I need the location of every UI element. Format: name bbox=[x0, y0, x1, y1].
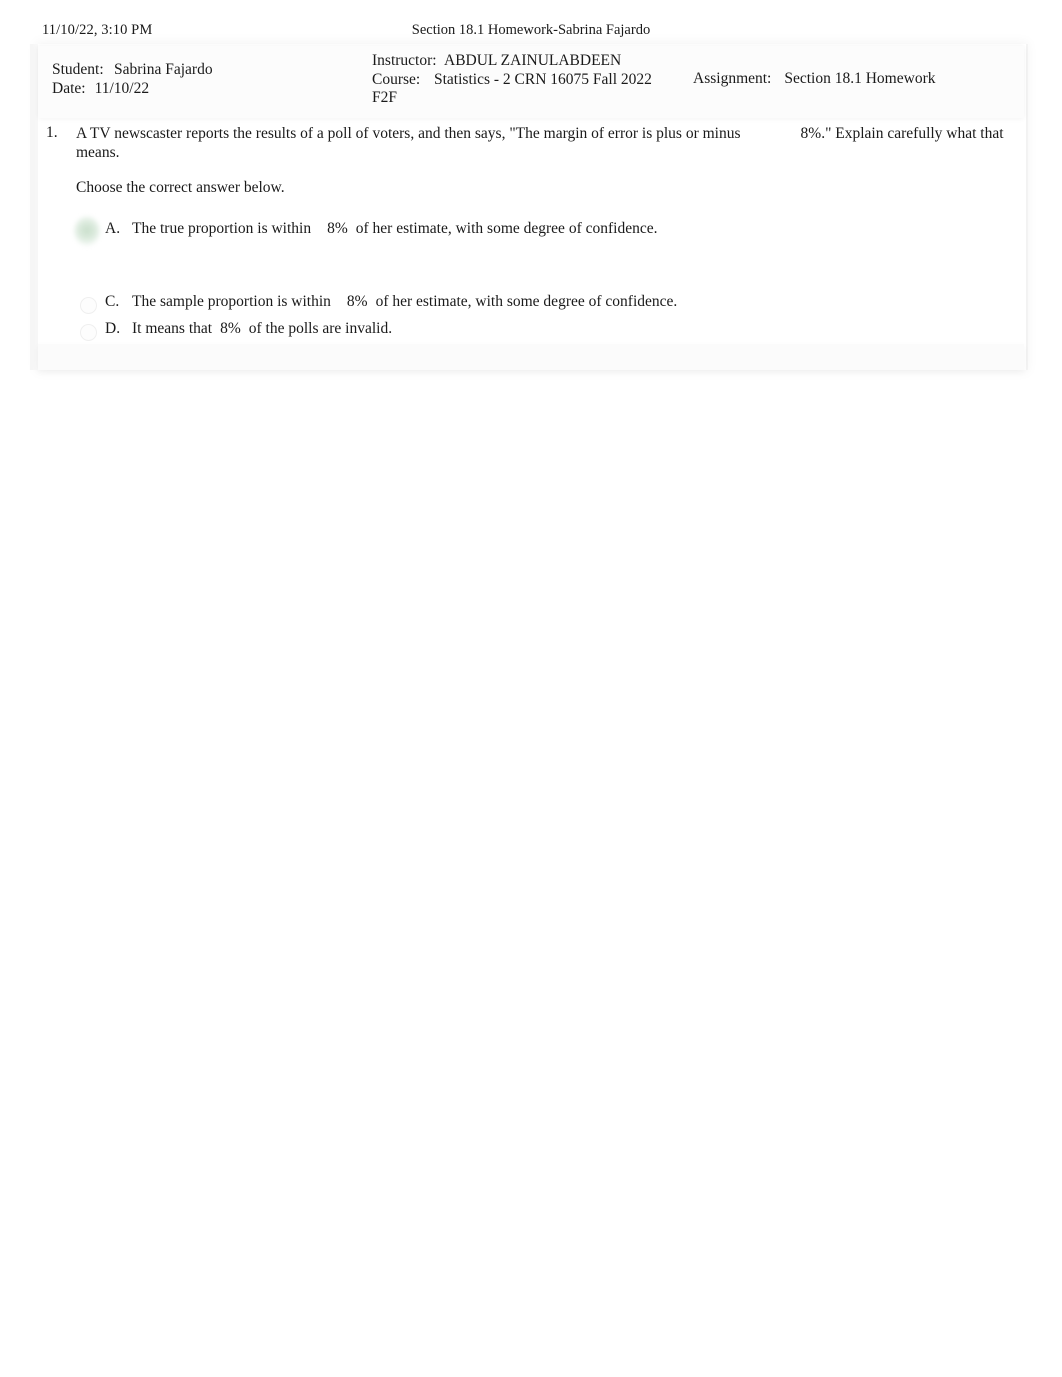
option-c-text-part1: The sample proportion is within bbox=[132, 293, 331, 310]
question-text: A TV newscaster reports the results of a… bbox=[76, 124, 1021, 162]
option-a-text: The true proportion is within 8% of her es… bbox=[132, 220, 657, 238]
option-c-letter: C. bbox=[105, 293, 120, 310]
assignment-label: Assignment: bbox=[693, 70, 772, 87]
radio-button-a-icon[interactable] bbox=[74, 216, 100, 246]
option-a-text-part1: The true proportion is within bbox=[132, 220, 312, 237]
answer-option-d[interactable]: D. It means that 8% of the polls are inval… bbox=[76, 320, 1021, 347]
student-info-group: Student: Sabrina Fajardo Date: 11/10/22 bbox=[52, 61, 213, 98]
instructor-label: Instructor: bbox=[372, 52, 437, 69]
course-value: Statistics - 2 CRN 16075 Fall 2022 bbox=[434, 70, 652, 88]
assignment-info-band: Student: Sabrina Fajardo Date: 11/10/22 In… bbox=[38, 46, 1024, 118]
assignment-value: Section 18.1 Homework bbox=[784, 70, 936, 87]
assignment-row: Assignment: Section 18.1 Homework bbox=[693, 70, 935, 88]
document-title: Section 18.1 Homework-Sabrina Fajardo bbox=[411, 22, 651, 38]
instructor-row: Instructor: ABDUL ZAINULABDEEN bbox=[372, 52, 652, 71]
radio-button-c-icon[interactable] bbox=[80, 297, 97, 314]
answer-option-c[interactable]: C. The sample proportion is within 8% of h… bbox=[76, 293, 1021, 320]
option-c-text-part2: of her estimate, with some degree of con… bbox=[375, 293, 678, 310]
student-label: Student: bbox=[52, 61, 104, 78]
option-d-text: It means that 8% of the polls are invalid. bbox=[132, 320, 392, 338]
radio-button-d-icon[interactable] bbox=[80, 324, 97, 341]
course-row-line2: F2F bbox=[372, 89, 652, 108]
option-c-value: 8% bbox=[346, 293, 368, 310]
print-header: 11/10/22, 3:10 PM Section 18.1 Homework-… bbox=[0, 22, 1062, 42]
course-info-group: Instructor: ABDUL ZAINULABDEEN Course: Sta… bbox=[372, 52, 652, 108]
option-d-text-part1: It means that bbox=[132, 320, 213, 337]
option-a-text-part2: of her estimate, with some degree of con… bbox=[355, 220, 658, 237]
question-text-part1: A TV newscaster reports the results of a… bbox=[76, 125, 741, 142]
option-c-text: The sample proportion is within 8% of her … bbox=[132, 293, 677, 311]
option-d-value: 8% bbox=[220, 320, 241, 337]
date-row: Date: 11/10/22 bbox=[52, 80, 213, 99]
choose-answer-prompt: Choose the correct answer below. bbox=[76, 179, 285, 196]
course-label: Course: bbox=[372, 70, 421, 88]
sheet-bottom-band bbox=[38, 344, 1024, 370]
answer-options-list: A. The true proportion is within 8% of her… bbox=[74, 216, 1021, 347]
option-a-value: 8% bbox=[327, 220, 348, 237]
option-a-letter: A. bbox=[105, 220, 121, 237]
question-number: 1. bbox=[46, 124, 58, 141]
course-value-line2: F2F bbox=[372, 89, 397, 106]
student-row: Student: Sabrina Fajardo bbox=[52, 61, 213, 80]
date-label: Date: bbox=[52, 79, 86, 97]
option-d-letter: D. bbox=[105, 320, 121, 337]
course-row: Course: Statistics - 2 CRN 16075 Fall 202… bbox=[372, 71, 652, 90]
student-value: Sabrina Fajardo bbox=[114, 61, 213, 78]
answer-option-a[interactable]: A. The true proportion is within 8% of her… bbox=[74, 216, 1021, 293]
instructor-value: ABDUL ZAINULABDEEN bbox=[444, 52, 622, 69]
option-d-text-part2: of the polls are invalid. bbox=[248, 320, 393, 337]
date-value: 11/10/22 bbox=[94, 79, 150, 97]
